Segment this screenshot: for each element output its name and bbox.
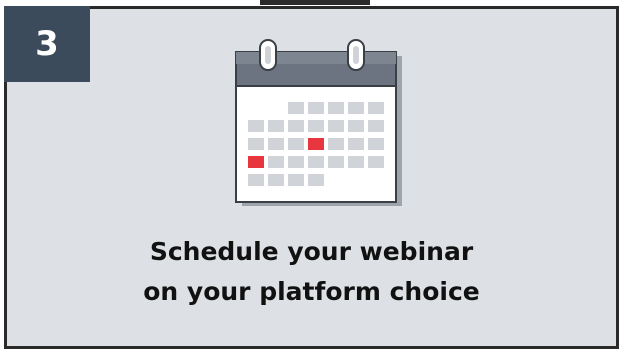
caption-text: Schedule your webinar on your platform c… — [4, 232, 619, 312]
highlighted-day-2 — [248, 156, 264, 168]
caption-line-1: Schedule your webinar — [149, 237, 474, 266]
calendar-ring-left — [259, 39, 277, 71]
highlighted-day-1 — [308, 138, 324, 150]
calendar-icon — [235, 39, 402, 206]
step-number-badge: 3 — [4, 6, 90, 82]
top-edge-strip — [260, 0, 370, 5]
calendar-ring-right — [347, 39, 365, 71]
caption-line-2: on your platform choice — [143, 277, 480, 306]
